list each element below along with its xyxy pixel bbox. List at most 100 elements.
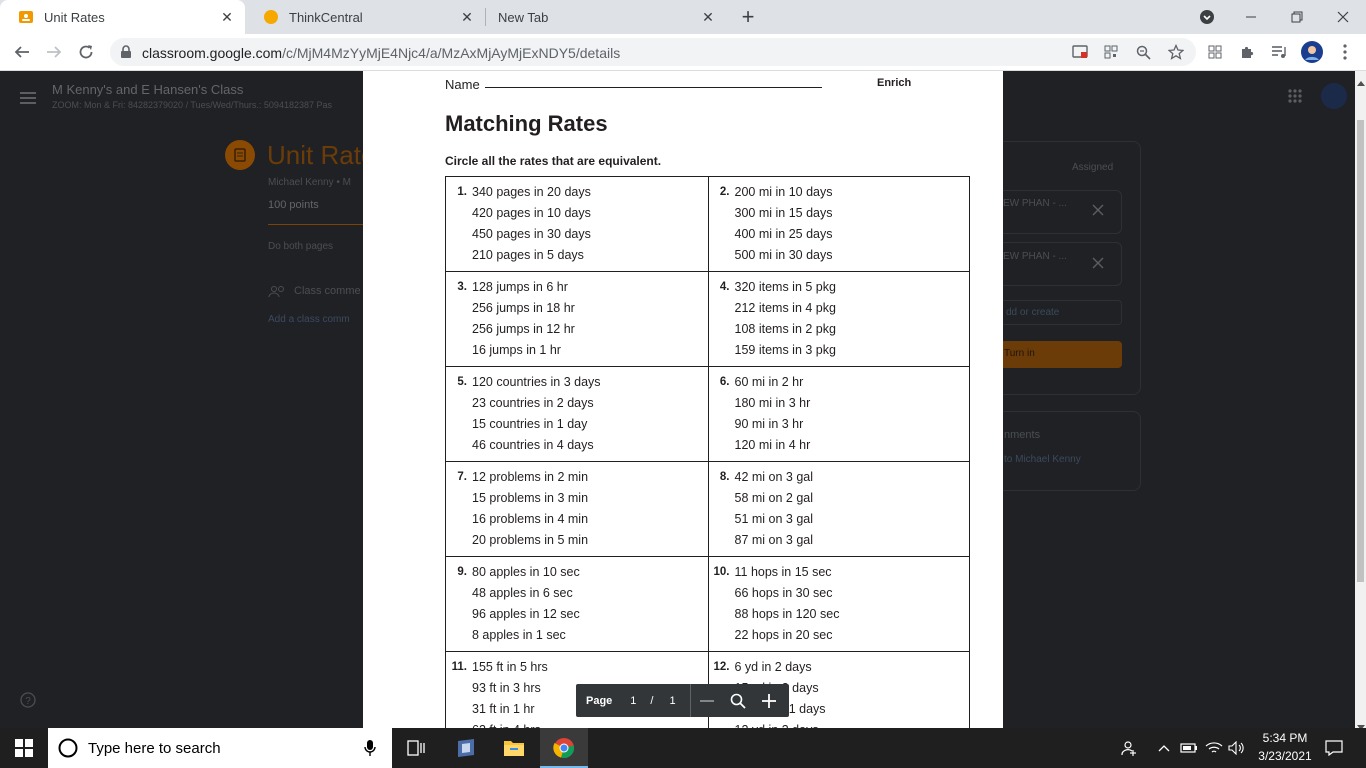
help-icon[interactable]: ? bbox=[20, 692, 36, 713]
attachment-name-1: EW PHAN - ... bbox=[1003, 198, 1067, 209]
address-bar[interactable]: classroom.google.com/c/MjM4MzYyMjE4Njc4/… bbox=[110, 38, 1196, 66]
media-control-icon[interactable] bbox=[1265, 38, 1293, 66]
tab-thinkcentral[interactable]: ThinkCentral ✕ bbox=[245, 0, 485, 34]
page-label: Page bbox=[586, 694, 613, 707]
apps-grid-icon[interactable] bbox=[1201, 38, 1229, 66]
battery-icon[interactable] bbox=[1178, 728, 1200, 768]
rate-text: 51 mi on 3 gal bbox=[734, 511, 814, 526]
zoom-icon[interactable] bbox=[1129, 38, 1157, 66]
volume-icon[interactable] bbox=[1226, 728, 1248, 768]
tab-unit-rates[interactable]: Unit Rates ✕ bbox=[0, 0, 245, 34]
rate-line: 120 mi in 4 hr bbox=[709, 434, 970, 455]
current-page-input[interactable]: 1 bbox=[630, 695, 636, 707]
private-comments-card bbox=[990, 411, 1141, 491]
add-class-comment-link[interactable]: Add a class comm bbox=[268, 314, 350, 325]
close-tab-icon[interactable]: ✕ bbox=[698, 7, 718, 27]
rate-text: 300 mi in 15 days bbox=[734, 205, 833, 220]
rate-text: 96 apples in 12 sec bbox=[472, 606, 580, 621]
account-avatar[interactable] bbox=[1321, 83, 1347, 109]
rate-line: 500 mi in 30 days bbox=[709, 244, 970, 265]
rate-line: 8 apples in 1 sec bbox=[446, 624, 708, 645]
problem-number: 10. bbox=[713, 565, 730, 578]
task-view-icon[interactable] bbox=[392, 728, 440, 768]
url-text: classroom.google.com/c/MjM4MzYyMjE4Njc4/… bbox=[142, 45, 620, 61]
windows-start-icon[interactable] bbox=[0, 728, 48, 768]
chrome-taskbar-icon[interactable] bbox=[540, 728, 588, 768]
rate-text: 6 yd in 2 days bbox=[734, 659, 812, 674]
rate-text: 320 items in 5 pkg bbox=[734, 279, 836, 294]
rate-line: 15 countries in 1 day bbox=[446, 413, 708, 434]
google-apps-icon[interactable] bbox=[1288, 89, 1302, 108]
remove-attachment-icon[interactable] bbox=[1092, 256, 1104, 274]
app-icon[interactable] bbox=[442, 728, 490, 768]
rate-text: 256 jumps in 18 hr bbox=[472, 300, 575, 315]
notifications-icon[interactable] bbox=[1318, 728, 1350, 768]
instructions: Do both pages bbox=[268, 241, 334, 252]
name-label: Name bbox=[445, 77, 480, 92]
close-tab-icon[interactable]: ✕ bbox=[457, 7, 477, 27]
rate-text: 450 pages in 30 days bbox=[472, 226, 591, 241]
qr-code-icon[interactable] bbox=[1097, 38, 1125, 66]
add-or-create-label: dd or create bbox=[1006, 307, 1060, 318]
reload-icon[interactable] bbox=[72, 38, 100, 66]
rate-line: 180 mi in 3 hr bbox=[709, 392, 970, 413]
tab-title: New Tab bbox=[498, 9, 549, 25]
extensions-puzzle-icon[interactable] bbox=[1233, 38, 1261, 66]
rate-text: 500 mi in 30 days bbox=[734, 247, 833, 262]
rate-text: 23 countries in 2 days bbox=[472, 395, 594, 410]
class-name[interactable]: M Kenny's and E Hansen's Class bbox=[52, 82, 243, 97]
clock-date[interactable]: 3/23/2021 bbox=[1252, 749, 1318, 763]
rate-line: 96 apples in 12 sec bbox=[446, 603, 708, 624]
scroll-up-arrow-icon[interactable] bbox=[1357, 73, 1365, 91]
worksheet-instructions: Circle all the rates that are equivalent… bbox=[445, 154, 662, 168]
clock-time[interactable]: 5:34 PM bbox=[1252, 731, 1318, 745]
tab-search-icon[interactable] bbox=[1193, 3, 1221, 31]
problem-number: 2. bbox=[719, 185, 730, 198]
problem-cell: 8. 42 mi on 3 gal 58 mi on 2 gal 51 mi on 3… bbox=[707, 462, 970, 556]
wifi-icon[interactable] bbox=[1203, 728, 1225, 768]
tab-new-tab[interactable]: New Tab ✕ bbox=[486, 0, 726, 34]
rate-line: 16 problems in 4 min bbox=[446, 508, 708, 529]
browser-menu-icon[interactable] bbox=[1331, 38, 1359, 66]
people-tray-icon[interactable] bbox=[1118, 728, 1140, 768]
main-menu-icon[interactable] bbox=[20, 91, 36, 104]
rate-line: 420 pages in 10 days bbox=[446, 202, 708, 223]
problem-row: 9. 80 apples in 10 sec 48 apples in 6 sec 9… bbox=[446, 557, 969, 652]
zoom-in-icon[interactable] bbox=[761, 693, 776, 708]
bookmark-star-icon[interactable] bbox=[1162, 38, 1190, 66]
rate-text: 46 countries in 4 days bbox=[472, 437, 594, 452]
microphone-icon[interactable] bbox=[364, 740, 376, 756]
lock-icon[interactable] bbox=[120, 45, 132, 59]
attachment-name-2: EW PHAN - ... bbox=[1003, 251, 1067, 262]
teacher-name: Michael Kenny • M bbox=[268, 177, 351, 188]
forward-arrow-icon[interactable] bbox=[40, 38, 68, 66]
chevron-up-icon[interactable] bbox=[1154, 728, 1174, 768]
rate-text: 16 problems in 4 min bbox=[472, 511, 589, 526]
zoom-out-icon[interactable] bbox=[699, 694, 714, 708]
rate-line: 48 apples in 6 sec bbox=[446, 582, 708, 603]
add-private-comment-link[interactable]: to Michael Kenny bbox=[1004, 454, 1081, 465]
file-explorer-icon[interactable] bbox=[490, 728, 538, 768]
rate-line: 212 items in 4 pkg bbox=[709, 297, 970, 318]
restore-window-icon[interactable] bbox=[1283, 3, 1311, 31]
cast-blocked-icon[interactable] bbox=[1066, 38, 1094, 66]
rate-text: 256 jumps in 12 hr bbox=[472, 321, 575, 336]
name-line bbox=[485, 87, 822, 88]
rate-line: 16 jumps in 1 hr bbox=[446, 339, 708, 360]
close-window-icon[interactable] bbox=[1329, 3, 1357, 31]
rate-text: 60 mi in 2 hr bbox=[734, 374, 804, 389]
minimize-window-icon[interactable] bbox=[1237, 3, 1265, 31]
profile-avatar[interactable] bbox=[1298, 38, 1326, 66]
taskbar-search-box[interactable]: Type here to search bbox=[48, 728, 392, 768]
close-tab-icon[interactable]: ✕ bbox=[217, 7, 237, 27]
problem-number: 7. bbox=[457, 470, 467, 483]
problem-cell: 3. 128 jumps in 6 hr 256 jumps in 18 hr 256… bbox=[446, 272, 708, 366]
people-icon bbox=[268, 285, 286, 303]
back-arrow-icon[interactable] bbox=[8, 38, 36, 66]
new-tab-plus-icon[interactable]: + bbox=[734, 3, 762, 31]
scrollbar-thumb[interactable] bbox=[1357, 120, 1364, 582]
remove-attachment-icon[interactable] bbox=[1092, 203, 1104, 221]
assigned-status: Assigned bbox=[1072, 162, 1114, 173]
fit-page-icon[interactable] bbox=[730, 693, 746, 709]
url-host: classroom.google.com bbox=[142, 45, 283, 61]
